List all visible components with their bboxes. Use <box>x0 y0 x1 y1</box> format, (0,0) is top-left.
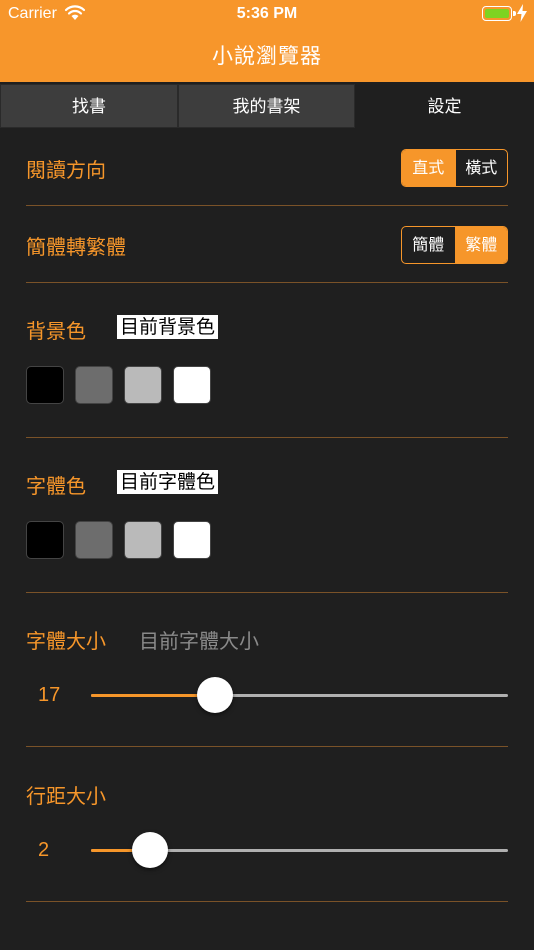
line-spacing-value: 2 <box>38 839 50 861</box>
conversion-simplified-option[interactable]: 簡體 <box>402 227 455 263</box>
battery-icon <box>482 6 516 21</box>
divider <box>26 437 508 438</box>
reading-direction-vertical-option[interactable]: 直式 <box>402 150 455 186</box>
font-size-label: 字體大小 <box>26 629 106 653</box>
divider <box>26 592 508 593</box>
line-spacing-label: 行距大小 <box>26 784 106 808</box>
font-swatch-black[interactable] <box>26 521 64 559</box>
page-title: 小說瀏覽器 <box>212 44 322 68</box>
charging-bolt-icon <box>517 4 527 22</box>
tab-settings[interactable]: 設定 <box>355 84 534 128</box>
current-font-color-preview: 目前字體色 <box>117 470 219 494</box>
font-size-slider-thumb[interactable] <box>197 677 234 713</box>
conversion-traditional-option[interactable]: 繁體 <box>454 227 507 263</box>
background-color-label: 背景色 <box>26 319 86 343</box>
font-swatch-white[interactable] <box>173 521 211 559</box>
conversion-segmented-control: 簡體 繁體 <box>401 226 508 264</box>
divider <box>26 205 508 206</box>
divider <box>26 746 508 747</box>
navigation-bar: Carrier 5:36 PM 小說瀏覽器 <box>0 0 534 82</box>
reading-direction-horizontal-option[interactable]: 橫式 <box>454 150 508 186</box>
reading-direction-label: 閱讀方向 <box>26 158 106 182</box>
font-size-slider[interactable] <box>91 677 508 713</box>
current-background-color-preview: 目前背景色 <box>117 315 219 339</box>
background-swatch-dark-gray[interactable] <box>75 366 113 404</box>
current-font-size-preview: 目前字體大小 <box>139 629 259 653</box>
divider <box>26 901 508 902</box>
reading-direction-segmented-control: 直式 橫式 <box>401 149 508 187</box>
font-swatch-dark-gray[interactable] <box>75 521 113 559</box>
line-spacing-slider[interactable] <box>91 832 508 868</box>
font-color-label: 字體色 <box>26 474 86 498</box>
tab-find-books[interactable]: 找書 <box>0 84 178 128</box>
background-swatch-black[interactable] <box>26 366 64 404</box>
background-swatch-light-gray[interactable] <box>124 366 162 404</box>
tab-bar: 找書 我的書架 設定 <box>0 82 534 128</box>
line-spacing-slider-thumb[interactable] <box>132 832 169 868</box>
font-size-value: 17 <box>38 684 61 706</box>
background-swatch-white[interactable] <box>173 366 211 404</box>
tab-my-bookshelf[interactable]: 我的書架 <box>178 84 355 128</box>
conversion-label: 簡體轉繁體 <box>26 235 126 259</box>
font-swatch-light-gray[interactable] <box>124 521 162 559</box>
status-bar: Carrier 5:36 PM <box>0 0 534 28</box>
clock: 5:36 PM <box>236 5 298 22</box>
divider <box>26 282 508 283</box>
